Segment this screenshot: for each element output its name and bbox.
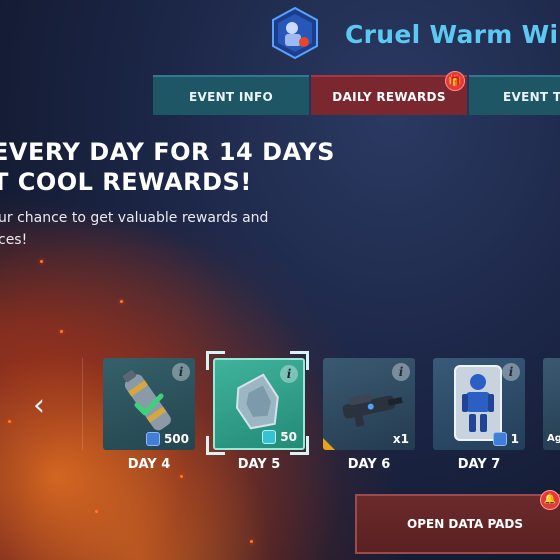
ember-particle [250,540,253,543]
ember-particle [60,330,63,333]
rewards-description: ur chance to get valuable rewards and ce… [0,207,268,251]
event-title: Cruel Warm Win [345,20,560,49]
ember-particle [8,420,11,423]
reward-quantity: 500 [145,432,189,446]
ember-particle [120,300,123,303]
day-label: DAY 4 [127,457,171,472]
reward-quantity: 1 [492,432,519,446]
reward-card-day-8[interactable]: Ag [543,358,560,450]
selection-corner [290,436,309,455]
headline-line-1: EVERY DAY FOR 14 DAYS [0,138,335,166]
carousel-prev-arrow-icon[interactable]: ‹ [22,388,56,426]
reward-quantity-value: 1 [510,432,519,446]
reward-quantity-value: x1 [392,432,409,446]
headline-line-2: T COOL REWARDS! [0,168,252,196]
tab-daily-rewards-label: DAILY REWARDS [332,90,446,104]
blueprint-currency-icon [145,432,160,446]
claimed-check-icon [134,393,164,416]
event-emblem-icon [268,6,322,60]
ember-particle [40,260,43,263]
notification-badge-icon: 🔔 [540,490,560,510]
gift-icon: 🎁 [445,71,465,91]
carousel-divider [82,358,83,450]
rarity-corner-mark [323,438,335,450]
description-line-1: ur chance to get valuable rewards and [0,210,269,226]
day-label: DAY 5 [237,457,281,472]
tab-event-tasks[interactable]: EVENT TA [469,75,560,115]
tab-daily-rewards[interactable]: DAILY REWARDS 🎁 [311,71,467,115]
robot-unit-icon [492,432,507,446]
rewards-headline: EVERY DAY FOR 14 DAYS T COOL REWARDS! [0,137,335,197]
selection-corner [290,351,309,370]
tab-bar: EVENT INFO DAILY REWARDS 🎁 EVENT TA [153,71,560,115]
reward-quantity: x1 [393,432,409,446]
reward-quantity-value: Ag [547,433,560,444]
open-data-pads-button[interactable]: OPEN DATA PADS [355,494,560,554]
day-label: DAY 6 [347,457,391,472]
reward-card-day-6[interactable]: i x1 [323,358,415,450]
crystal-currency-icon [262,430,277,444]
ember-particle [95,510,98,513]
ember-particle [180,475,183,478]
reward-quantity-value: 500 [163,432,189,446]
info-icon[interactable]: i [392,363,410,381]
info-icon[interactable]: i [172,363,190,381]
selection-corner [206,351,225,370]
info-icon[interactable]: i [502,363,520,381]
reward-card-day-4[interactable]: i 500 [103,358,195,450]
tab-event-info[interactable]: EVENT INFO [153,75,309,115]
description-line-2: ces! [0,232,28,248]
selection-corner [206,436,225,455]
reward-card-day-7[interactable]: i 1 [433,358,525,450]
day-label: DAY 7 [457,457,501,472]
